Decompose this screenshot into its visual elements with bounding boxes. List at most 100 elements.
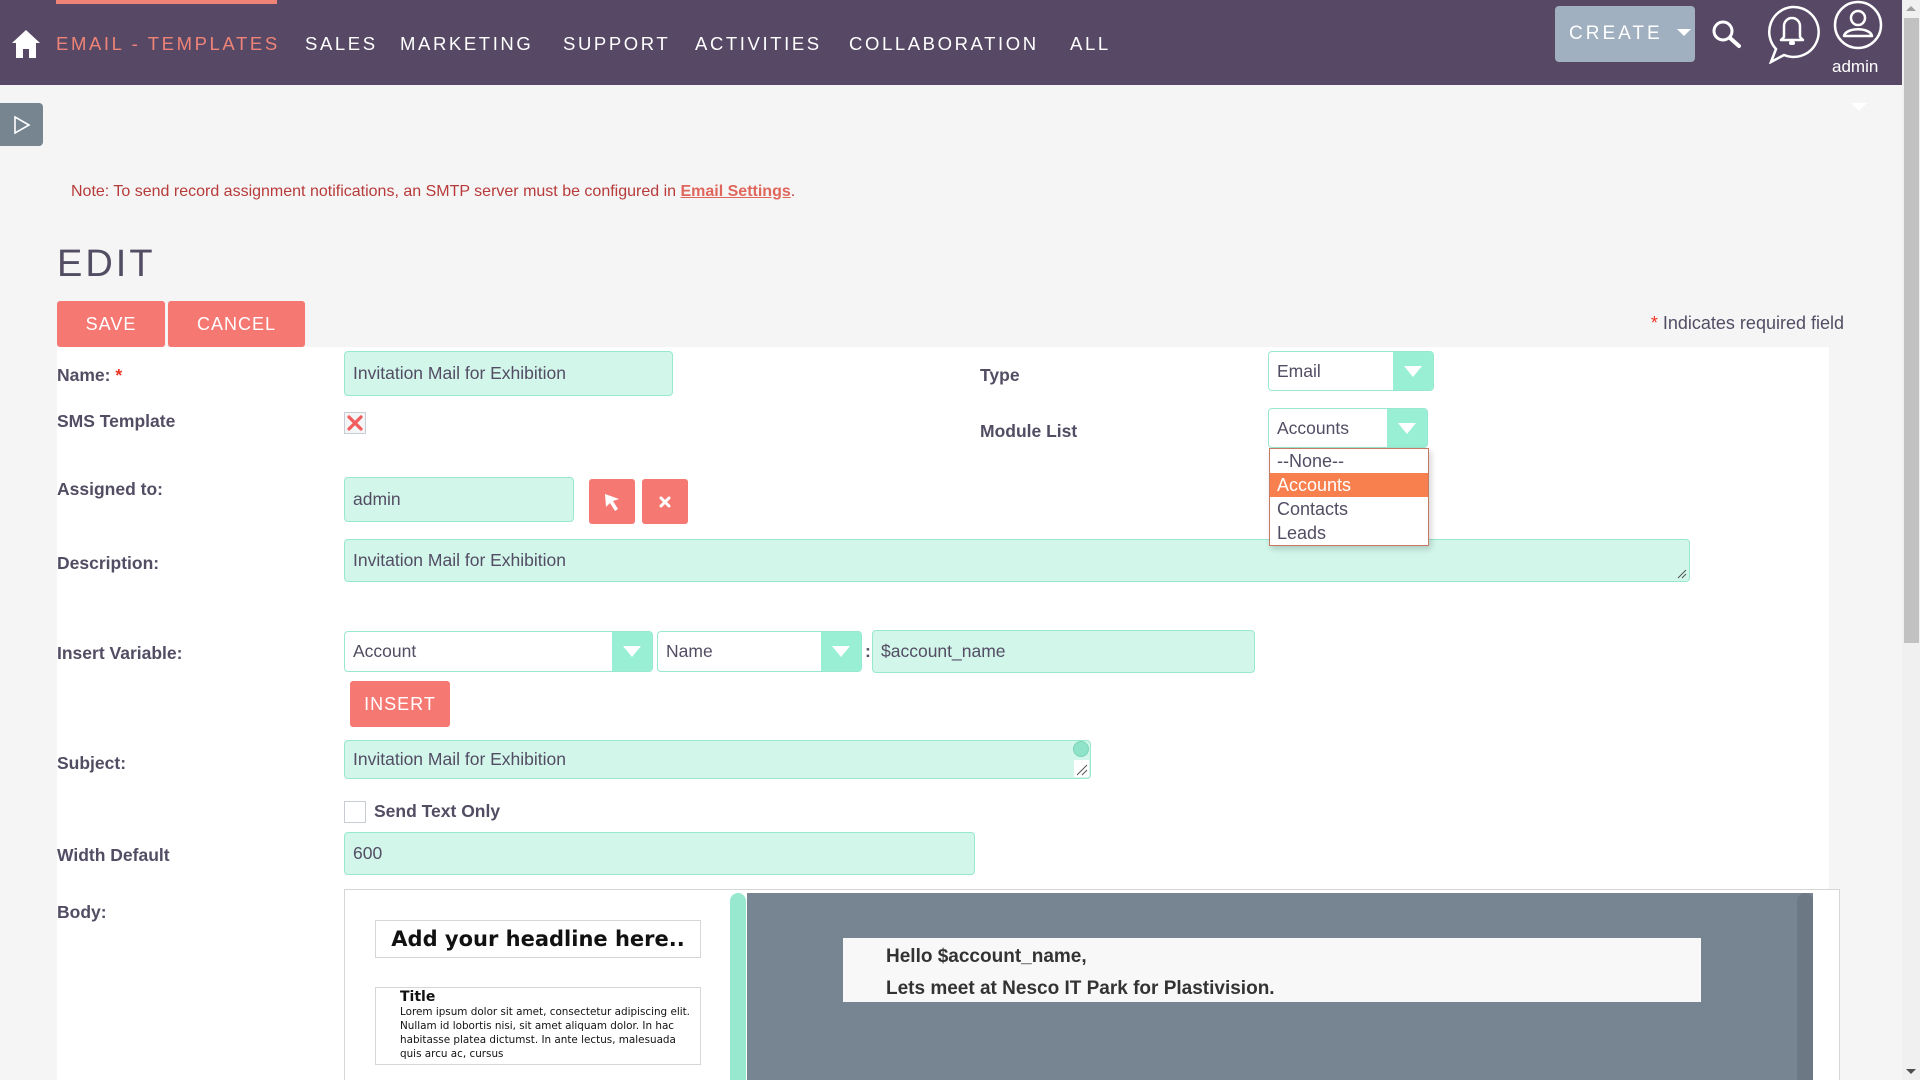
play-triangle-icon xyxy=(13,115,31,134)
variable-module-select[interactable]: Account xyxy=(344,631,653,672)
nav-tab-email-templates[interactable]: EMAIL - TEMPLATES xyxy=(56,33,280,55)
caret-down-icon xyxy=(1676,28,1691,36)
note-suffix: . xyxy=(790,183,796,200)
subject-textarea[interactable]: Invitation Mail for Exhibition xyxy=(344,740,1091,779)
required-note-text: Indicates required field xyxy=(1662,313,1844,333)
name-label-text: Name: xyxy=(57,365,111,385)
chevron-down-icon xyxy=(1387,409,1427,447)
body-editor: Add your headline here.. Title Lorem ips… xyxy=(344,889,1840,1080)
resize-grip-icon[interactable] xyxy=(1677,569,1687,579)
user-name[interactable]: admin xyxy=(1832,57,1878,77)
scroll-down-arrow-icon[interactable] xyxy=(1906,1069,1916,1074)
panel-splitter-handle[interactable] xyxy=(730,893,746,1080)
user-menu-caret-icon[interactable] xyxy=(1851,103,1867,111)
variable-module-value: Account xyxy=(353,641,417,661)
module-option-leads[interactable]: Leads xyxy=(1270,521,1428,545)
chevron-down-icon xyxy=(821,632,861,671)
module-option-accounts[interactable]: Accounts xyxy=(1270,473,1428,497)
variable-field-value: Name xyxy=(666,641,713,661)
nav-tab-marketing[interactable]: MARKETING xyxy=(400,33,533,55)
scrollbar-thumb[interactable] xyxy=(1904,18,1919,643)
create-button[interactable]: CREATE xyxy=(1555,6,1695,62)
select-user-button[interactable] xyxy=(589,479,635,524)
close-icon xyxy=(659,496,671,507)
block-paragraph: Lorem ipsum dolor sit amet, consectetur … xyxy=(400,1006,690,1060)
required-star: * xyxy=(115,365,123,385)
character-counter-dot-icon xyxy=(1073,741,1089,757)
x-mark-icon xyxy=(347,415,363,431)
cancel-button[interactable]: CANCEL xyxy=(168,301,305,347)
active-tab-indicator xyxy=(56,0,277,4)
nav-tab-support[interactable]: SUPPORT xyxy=(563,33,670,55)
title-text-block[interactable]: Title Lorem ipsum dolor sit amet, consec… xyxy=(375,987,701,1065)
email-settings-link[interactable]: Email Settings xyxy=(681,183,791,200)
subject-value: Invitation Mail for Exhibition xyxy=(353,749,567,769)
subject-label: Subject: xyxy=(57,753,127,773)
bell-icon[interactable] xyxy=(1764,4,1820,64)
send-text-only-label: Send Text Only xyxy=(374,801,501,821)
assigned-to-value: admin xyxy=(353,489,401,509)
page-title: EDIT xyxy=(57,243,156,285)
description-value: Invitation Mail for Exhibition xyxy=(353,550,567,570)
search-icon[interactable] xyxy=(1711,19,1743,49)
module-list-value: Accounts xyxy=(1277,417,1349,438)
description-textarea[interactable]: Invitation Mail for Exhibition xyxy=(344,539,1690,582)
sms-template-checkbox[interactable] xyxy=(344,412,366,434)
email-content-block[interactable]: Hello $account_name, Lets meet at Nesco … xyxy=(843,938,1701,1002)
module-option-contacts[interactable]: Contacts xyxy=(1270,497,1428,521)
body-label: Body: xyxy=(57,902,107,922)
note-text: Note: To send record assignment notifica… xyxy=(71,183,681,200)
assigned-to-label: Assigned to: xyxy=(57,479,163,499)
home-icon[interactable] xyxy=(11,29,41,59)
nav-tab-all[interactable]: ALL xyxy=(1070,33,1111,55)
variable-separator: : xyxy=(865,641,871,661)
cursor-arrow-icon xyxy=(605,493,619,511)
width-default-input[interactable]: 600 xyxy=(344,832,975,875)
module-option-none[interactable]: --None-- xyxy=(1270,449,1428,473)
chevron-down-icon xyxy=(1393,352,1433,390)
email-line-greeting: Hello $account_name, xyxy=(886,946,1087,967)
email-canvas: Hello $account_name, Lets meet at Nesco … xyxy=(747,893,1813,1080)
type-select-value: Email xyxy=(1277,360,1321,381)
nav-tab-activities[interactable]: ACTIVITIES xyxy=(695,33,822,55)
user-avatar-icon[interactable] xyxy=(1832,0,1884,52)
nav-tab-sales[interactable]: SALES xyxy=(305,33,378,55)
width-default-value: 600 xyxy=(353,843,383,863)
canvas-scroll-edge[interactable] xyxy=(1797,893,1813,1080)
width-default-label: Width Default xyxy=(57,845,170,865)
scroll-up-arrow-icon[interactable] xyxy=(1906,6,1916,11)
top-navigation-bar: EMAIL - TEMPLATES SALES MARKETING SUPPOR… xyxy=(0,0,1902,85)
variable-name-value: $account_name xyxy=(881,641,1006,661)
clear-user-button[interactable] xyxy=(642,479,688,524)
variable-field-select[interactable]: Name xyxy=(657,631,862,672)
headline-block[interactable]: Add your headline here.. xyxy=(375,920,701,958)
name-input[interactable]: Invitation Mail for Exhibition xyxy=(344,351,673,396)
save-button[interactable]: SAVE xyxy=(57,301,165,347)
required-field-note: * Indicates required field xyxy=(1651,313,1844,334)
chevron-down-icon xyxy=(612,632,652,671)
name-label: Name: * xyxy=(57,365,122,386)
type-label: Type xyxy=(980,365,1020,385)
email-line-message: Lets meet at Nesco IT Park for Plastivis… xyxy=(886,978,1275,999)
resize-grip-icon[interactable] xyxy=(1074,760,1089,777)
sms-template-label: SMS Template xyxy=(57,411,176,431)
name-input-value: Invitation Mail for Exhibition xyxy=(353,363,567,383)
send-text-only-checkbox[interactable] xyxy=(344,801,366,823)
module-list-label: Module List xyxy=(980,421,1078,441)
create-label: CREATE xyxy=(1569,23,1663,44)
type-select[interactable]: Email xyxy=(1268,351,1434,391)
description-label: Description: xyxy=(57,553,160,573)
module-list-dropdown: --None-- Accounts Contacts Leads xyxy=(1269,448,1429,546)
page-scrollbar[interactable] xyxy=(1902,0,1920,1080)
sidebar-toggle-button[interactable] xyxy=(0,103,43,146)
nav-tab-collaboration[interactable]: COLLABORATION xyxy=(849,33,1039,55)
block-title: Title xyxy=(400,989,436,1005)
required-star: * xyxy=(1650,313,1658,333)
smtp-note: Note: To send record assignment notifica… xyxy=(71,183,795,201)
template-blocks-panel: Add your headline here.. Title Lorem ips… xyxy=(345,890,729,1080)
variable-name-input[interactable]: $account_name xyxy=(872,630,1255,673)
insert-variable-label: Insert Variable: xyxy=(57,643,183,663)
insert-button[interactable]: INSERT xyxy=(350,681,450,727)
assigned-to-input[interactable]: admin xyxy=(344,477,574,522)
module-list-select[interactable]: Accounts xyxy=(1268,408,1428,448)
